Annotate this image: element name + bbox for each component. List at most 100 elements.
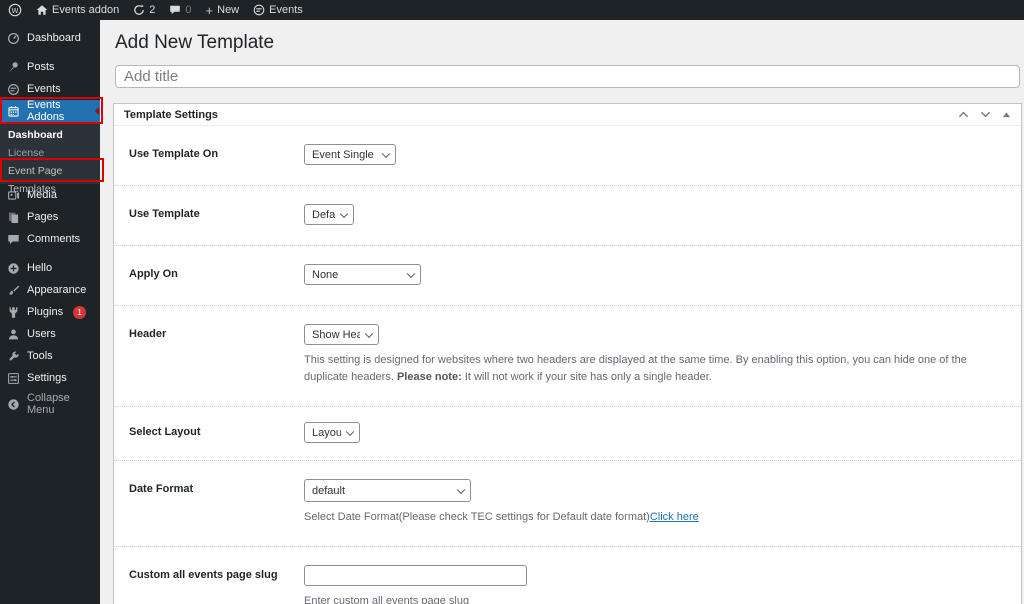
admin-sidebar: Dashboard Posts Events Events Addons Das…: [0, 20, 100, 604]
submenu-item-event-page-templates[interactable]: Event Page Templates: [0, 162, 100, 195]
sidebar-item-label: Plugins: [27, 306, 64, 318]
plugins-update-badge: 1: [73, 305, 87, 319]
sidebar-item-comments[interactable]: Comments: [0, 228, 100, 250]
new-label: New: [217, 4, 240, 16]
template-title-input[interactable]: [115, 65, 1020, 88]
home-icon: [36, 4, 48, 16]
menu-separator: [0, 49, 100, 56]
admin-bar: W Events addon 2 0 + New Events: [0, 0, 1024, 20]
sidebar-item-label: Comments: [27, 233, 81, 245]
metabox-header: Template Settings: [114, 104, 1021, 126]
helper-text: Select Date Format(Please check TEC sett…: [304, 511, 650, 524]
template-settings-metabox: Template Settings Use Template On Event …: [113, 103, 1022, 604]
main-content: Add New Template Template Settings: [100, 20, 1024, 604]
sidebar-item-appearance[interactable]: Appearance: [0, 279, 100, 301]
updates-link[interactable]: 2: [133, 4, 155, 16]
field-label: Date Format: [129, 483, 194, 496]
collapse-menu-button[interactable]: Collapse Menu: [0, 392, 100, 416]
field-row-use-template-on: Use Template On Event Single Page: [114, 126, 1021, 185]
update-icon: [133, 4, 145, 16]
submenu-item-license[interactable]: License: [0, 144, 100, 162]
sidebar-item-label: Events Addons: [27, 99, 65, 123]
sidebar-item-tools[interactable]: Tools: [0, 345, 100, 367]
page-title: Add New Template: [115, 32, 275, 53]
field-control: default Select Date Format(Please check …: [304, 479, 1006, 526]
events-toolbar-label: Events: [269, 4, 303, 16]
sidebar-item-label: Hello: [27, 262, 53, 274]
user-icon: [8, 329, 19, 339]
field-row-custom-slug: Custom all events page slug Enter custom…: [114, 546, 1021, 604]
field-label: Apply On: [129, 268, 178, 280]
sidebar-item-events[interactable]: Events: [0, 78, 100, 100]
pages-icon: [8, 212, 19, 223]
sidebar-item-label: Media: [27, 189, 57, 201]
field-control: Enter custom all events page slug: [304, 565, 1006, 604]
helper-text: It will not work if your site has only a…: [461, 371, 712, 384]
sidebar-item-plugins[interactable]: Plugins 1: [0, 301, 100, 323]
site-name-label: Events addon: [52, 4, 120, 16]
svg-text:W: W: [12, 7, 19, 15]
sidebar-item-events-addons[interactable]: Events Addons: [0, 99, 100, 123]
field-row-use-template: Use Template Default: [114, 185, 1021, 245]
use-template-on-select[interactable]: Event Single Page: [304, 144, 396, 165]
use-template-select[interactable]: Default: [304, 204, 354, 225]
sidebar-item-dashboard[interactable]: Dashboard: [0, 27, 100, 49]
field-label: Header: [129, 328, 167, 340]
sidebar-item-hello[interactable]: Hello: [0, 257, 100, 279]
select-layout-select[interactable]: Layout 1: [304, 422, 360, 444]
events-toolbar-link[interactable]: Events: [253, 4, 303, 16]
apply-on-select[interactable]: None: [304, 264, 421, 285]
paint-brush-icon: [8, 285, 20, 295]
sidebar-item-label: Collapse Menu: [27, 392, 70, 416]
sidebar-item-settings[interactable]: Settings: [0, 367, 100, 389]
date-format-helper-text: Select Date Format(Please check TEC sett…: [304, 509, 1006, 526]
sidebar-item-label: Settings: [27, 372, 67, 384]
field-row-apply-on: Apply On None: [114, 245, 1021, 305]
field-control: Default: [304, 204, 1006, 225]
move-down-icon[interactable]: [980, 110, 991, 119]
sidebar-item-users[interactable]: Users: [0, 323, 100, 345]
current-menu-arrow: [91, 107, 99, 115]
plus-icon: +: [205, 2, 214, 18]
events-addons-submenu: Dashboard License Event Page Templates: [0, 122, 100, 195]
submenu-item-dashboard[interactable]: Dashboard: [0, 126, 100, 144]
sidebar-item-label: Posts: [27, 61, 55, 73]
plus-circle-icon: [8, 262, 19, 274]
comment-icon: [8, 234, 19, 244]
settings-sliders-icon: [8, 372, 19, 384]
field-control: None: [304, 264, 1006, 285]
custom-slug-input[interactable]: [304, 565, 527, 587]
menu-separator: [0, 250, 100, 257]
sidebar-item-media[interactable]: Media: [0, 184, 100, 206]
plugin-icon: [9, 306, 18, 318]
field-label: Use Template: [129, 208, 200, 220]
field-label: Select Layout: [129, 426, 201, 439]
sidebar-item-label: Appearance: [27, 284, 87, 296]
move-up-icon[interactable]: [958, 110, 969, 119]
click-here-link[interactable]: Click here: [650, 511, 699, 523]
pushpin-icon: [8, 61, 18, 72]
field-control: Event Single Page: [304, 144, 1006, 165]
wordpress-logo-icon[interactable]: W: [8, 3, 22, 17]
events-calendar-icon: [8, 83, 19, 95]
field-label: Custom all events page slug: [129, 569, 278, 582]
new-content-link[interactable]: + New: [206, 4, 240, 17]
site-name-link[interactable]: Events addon: [36, 4, 119, 16]
date-format-select[interactable]: default: [304, 479, 471, 503]
field-row-header: Header Show Header This setting is desig…: [114, 305, 1021, 406]
comments-link[interactable]: 0: [169, 4, 192, 16]
header-helper-text: This setting is designed for websites wh…: [304, 352, 1006, 386]
toggle-panel-icon[interactable]: [1002, 111, 1011, 118]
sidebar-item-label: Dashboard: [27, 32, 81, 44]
header-select[interactable]: Show Header: [304, 324, 379, 345]
sidebar-item-label: Pages: [27, 211, 59, 223]
sidebar-item-pages[interactable]: Pages: [0, 206, 100, 228]
helper-bold-text: Please note:: [396, 371, 462, 384]
sidebar-item-posts[interactable]: Posts: [0, 56, 100, 78]
metabox-actions: [958, 110, 1011, 119]
field-control: Layout 1: [304, 422, 1006, 444]
sidebar-item-label: Users: [27, 328, 56, 340]
metabox-title: Template Settings: [124, 108, 218, 121]
sidebar-item-label: Tools: [27, 350, 53, 362]
dashboard-icon: [7, 32, 20, 44]
